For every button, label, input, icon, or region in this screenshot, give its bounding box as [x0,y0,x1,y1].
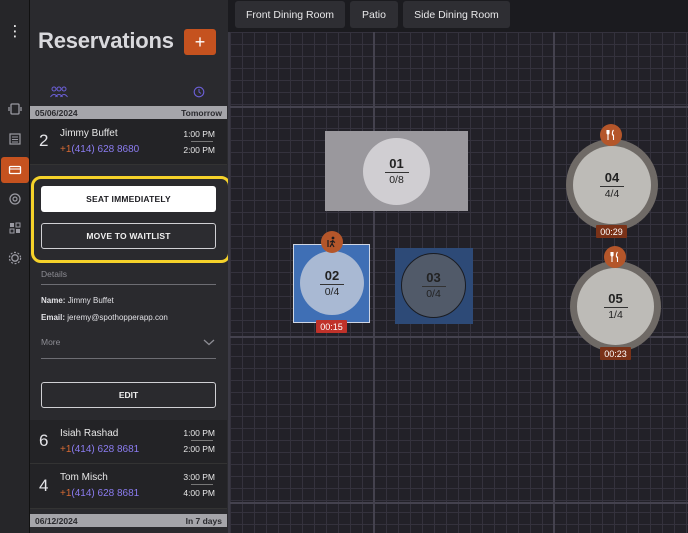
divider [41,358,216,359]
tab-patio[interactable]: Patio [350,1,398,28]
reservation-row[interactable]: 6 Isiah Rashad +1(414) 628 8681 1:00 PM … [30,420,227,464]
guest-name: Tom Misch [60,472,108,483]
date-label: 05/06/2024 [35,107,78,118]
table-03-seat: 03 0/4 [401,253,466,318]
clock-icon[interactable] [193,86,205,101]
grid-line [230,502,688,504]
reservation-row-selected[interactable]: 2 Jimmy Buffet +1(414) 628 8680 1:00 PM … [30,119,227,165]
date-header: 05/06/2024 Tomorrow [30,106,227,119]
end-time: 2:00 PM [183,145,215,155]
guest-phone: +1(414) 628 8680 [60,144,140,155]
start-time: 1:00 PM [183,129,215,139]
table-capacity: 0/4 [426,288,441,300]
table-number: 02 [324,267,340,283]
details-label: Details [41,269,67,279]
table-02-seat: 02 0/4 [300,251,364,315]
guest-phone: +1(414) 628 8681 [60,488,140,499]
divider [600,185,624,187]
waiting-person-icon [321,231,343,253]
divider [384,172,409,173]
table-number: 04 [604,169,620,185]
end-time: 2:00 PM [183,444,215,454]
detail-email: Email: jeremy@spothopperapp.con [41,313,168,322]
date-label: 06/12/2024 [35,515,78,526]
tab-front-dining-room[interactable]: Front Dining Room [235,1,345,28]
table-03[interactable]: 03 0/4 [395,248,473,324]
grid-line [230,106,688,108]
blocks-icon[interactable] [6,219,24,237]
detail-name: Name: Jimmy Buffet [41,296,114,305]
reservations-panel: Reservations + 05/06/2024 Tomorrow 2 Jim… [30,0,228,533]
party-size: 6 [39,431,49,450]
divider [603,307,628,308]
table-02-timer: 00:15 [316,320,347,333]
room-tabs: Front Dining Room Patio Side Dining Room [228,0,688,32]
tab-side-dining-room[interactable]: Side Dining Room [403,1,510,28]
divider [320,283,344,285]
relative-date-label: Tomorrow [181,107,222,118]
table-01-seat: 01 0/8 [363,138,430,205]
divider [41,284,216,285]
reservation-row[interactable]: 4 Tom Misch +1(414) 628 8681 3:00 PM 4:0… [30,464,227,509]
highlight-outline [31,176,231,263]
edit-button[interactable]: EDIT [41,382,216,408]
table-04-seat: 04 4/4 [573,146,651,224]
add-reservation-button[interactable]: + [184,29,216,55]
time-divider [191,440,213,441]
reservation-icon[interactable] [6,161,24,179]
table-05[interactable]: 05 1/4 [570,261,661,352]
party-size: 2 [39,131,49,150]
start-time: 1:00 PM [183,428,215,438]
end-time: 4:00 PM [183,488,215,498]
table-capacity: 1/4 [608,309,623,321]
table-number: 03 [426,270,441,285]
start-time: 3:00 PM [183,472,215,482]
guest-name: Isiah Rashad [60,428,119,439]
table-number: 05 [608,291,623,306]
table-04-timer: 00:29 [596,225,627,238]
panel-title: Reservations [38,28,174,53]
menu-dots-icon[interactable]: ⋮ [6,22,24,40]
table-04[interactable]: 04 4/4 [566,139,658,231]
table-capacity: 0/4 [324,285,340,298]
date-header: 06/12/2024 In 7 days [30,514,227,527]
table-capacity: 0/8 [389,174,404,186]
gear-icon[interactable] [6,249,24,267]
divider [421,286,446,287]
relative-date-label: In 7 days [185,515,222,526]
device-icon[interactable] [6,100,24,118]
party-size-icon[interactable] [50,86,68,101]
utensils-icon [600,124,622,146]
guest-name: Jimmy Buffet [60,128,118,139]
utensils-icon [604,246,626,268]
table-05-timer: 00:23 [600,347,631,360]
table-01[interactable]: 01 0/8 [325,131,468,211]
guest-phone: +1(414) 628 8681 [60,444,140,455]
table-05-seat: 05 1/4 [577,268,654,345]
table-02[interactable]: 02 0/4 [293,244,370,323]
party-size: 4 [39,476,49,495]
more-toggle[interactable]: More [41,337,60,347]
table-capacity: 4/4 [604,187,620,200]
chevron-down-icon[interactable] [203,334,215,352]
time-divider [191,141,213,142]
list-icon[interactable] [6,130,24,148]
floor-plan[interactable]: 01 0/8 02 0/4 00:15 03 0/4 04 4/4 00:29 … [228,32,688,533]
left-nav-rail: ⋮ [0,0,30,533]
table-number: 01 [389,156,404,171]
time-divider [191,484,213,485]
settings-alt-icon[interactable] [6,190,24,208]
